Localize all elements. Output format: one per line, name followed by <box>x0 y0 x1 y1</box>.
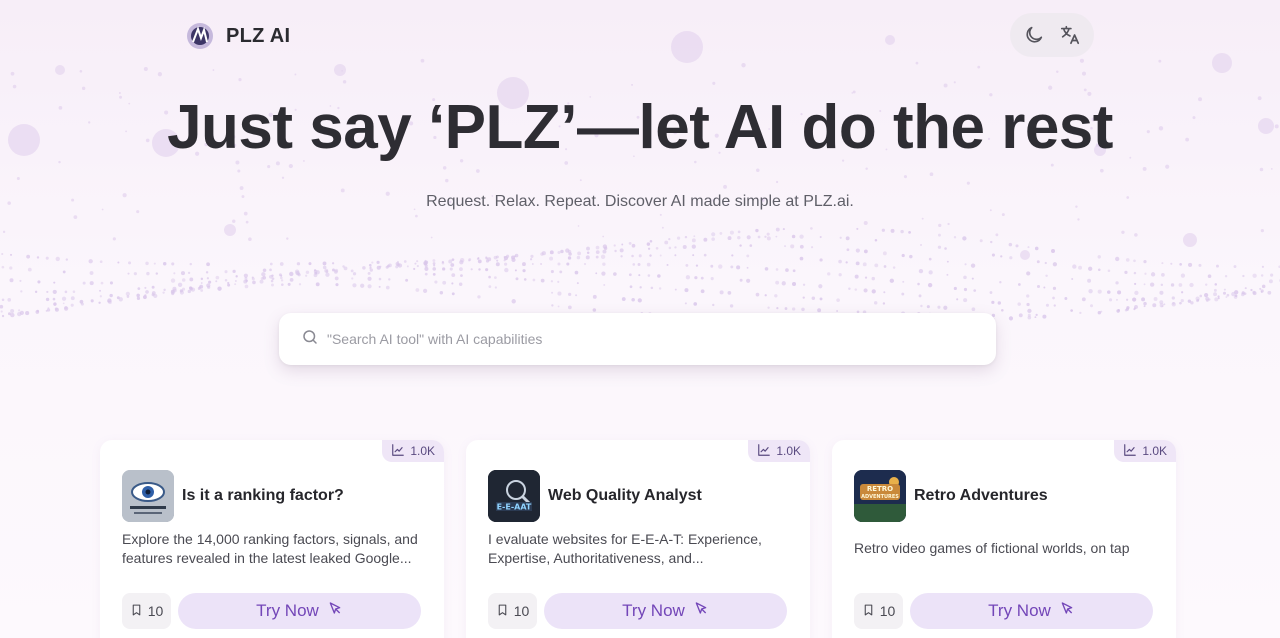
bookmark-button[interactable]: 10 <box>488 593 537 629</box>
tool-thumbnail: RETRO ADVENTURES <box>854 470 906 522</box>
views-count: 1.0K <box>410 444 435 458</box>
views-badge: 1.0K <box>382 440 444 462</box>
search-input[interactable] <box>327 313 996 365</box>
brand-name: PLZ AI <box>226 24 291 47</box>
try-now-button[interactable]: Try Now <box>544 593 787 629</box>
cursor-pointer-icon <box>1059 601 1075 622</box>
card-header: Is it a ranking factor? <box>122 470 344 522</box>
logo-icon <box>184 20 216 52</box>
tool-card-grid: 1.0K Is it a ranking factor? Explore the… <box>100 440 1176 638</box>
trend-chart-icon <box>757 443 771 460</box>
tool-card[interactable]: 1.0K E-E-AAT Web Quality Analyst I evalu… <box>466 440 810 638</box>
trend-chart-icon <box>391 443 405 460</box>
cursor-pointer-icon <box>693 601 709 622</box>
try-now-label: Try Now <box>622 601 685 620</box>
bookmark-icon <box>130 603 143 620</box>
header-actions <box>1010 13 1094 57</box>
search-bar[interactable] <box>279 313 996 365</box>
bookmark-button[interactable]: 10 <box>122 593 171 629</box>
moon-icon[interactable] <box>1019 20 1049 50</box>
tool-card[interactable]: 1.0K Is it a ranking factor? Explore the… <box>100 440 444 638</box>
bookmark-count: 10 <box>513 603 530 619</box>
brand-logo[interactable]: PLZ AI <box>184 20 290 52</box>
try-now-button[interactable]: Try Now <box>910 593 1153 629</box>
translate-icon[interactable] <box>1055 20 1085 50</box>
card-header: E-E-AAT Web Quality Analyst <box>488 470 702 522</box>
card-description: I evaluate websites for E-E-A-T: Experie… <box>488 531 762 566</box>
bookmark-button[interactable]: 10 <box>854 593 903 629</box>
try-now-button[interactable]: Try Now <box>178 593 421 629</box>
try-now-label: Try Now <box>256 601 319 620</box>
card-title: Is it a ranking factor? <box>182 487 344 504</box>
try-now-label: Try Now <box>988 601 1051 620</box>
card-title: Retro Adventures <box>914 487 1048 504</box>
card-description: Explore the 14,000 ranking factors, sign… <box>122 531 418 566</box>
card-header: RETRO ADVENTURES Retro Adventures <box>854 470 1048 522</box>
card-title: Web Quality Analyst <box>548 487 702 504</box>
tool-card[interactable]: 1.0K RETRO ADVENTURES Retro Adventures R… <box>832 440 1176 638</box>
bookmark-icon <box>862 603 875 620</box>
svg-text:E-E-AAT: E-E-AAT <box>497 503 532 512</box>
hero-title: Just say ‘PLZ’—let AI do the rest <box>167 93 1113 162</box>
views-count: 1.0K <box>1142 444 1167 458</box>
bookmark-icon <box>496 603 509 620</box>
bookmark-count: 10 <box>879 603 896 619</box>
trend-chart-icon <box>1123 443 1137 460</box>
card-description: Retro video games of fictional worlds, o… <box>854 540 1130 556</box>
cursor-pointer-icon <box>327 601 343 622</box>
views-count: 1.0K <box>776 444 801 458</box>
svg-text:ADVENTURES: ADVENTURES <box>861 494 899 500</box>
svg-text:RETRO: RETRO <box>867 485 893 493</box>
tool-thumbnail <box>122 470 174 522</box>
tool-thumbnail: E-E-AAT <box>488 470 540 522</box>
hero-subtitle: Request. Relax. Repeat. Discover AI made… <box>426 193 854 210</box>
views-badge: 1.0K <box>1114 440 1176 462</box>
bookmark-count: 10 <box>147 603 164 619</box>
top-header: PLZ AI <box>0 0 1280 70</box>
views-badge: 1.0K <box>748 440 810 462</box>
search-icon <box>301 328 319 351</box>
